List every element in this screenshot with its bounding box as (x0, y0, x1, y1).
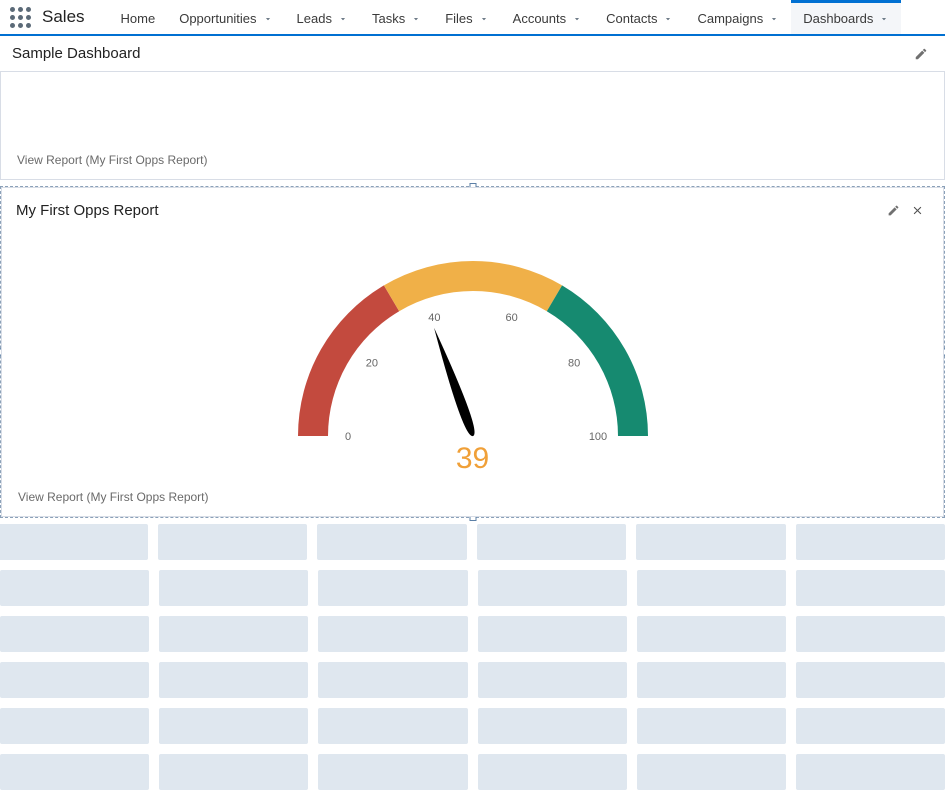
grid-slot[interactable] (317, 524, 467, 560)
nav-label: Home (121, 11, 156, 26)
nav-label: Campaigns (697, 11, 763, 26)
nav-item-tasks[interactable]: Tasks (360, 0, 433, 34)
grid-slot[interactable] (478, 570, 627, 606)
grid-slot[interactable] (318, 708, 467, 744)
grid-slot[interactable] (796, 708, 945, 744)
chevron-down-icon (263, 14, 273, 24)
grid-slot[interactable] (637, 662, 786, 698)
grid-slot[interactable] (477, 524, 627, 560)
grid-slot[interactable] (0, 570, 149, 606)
gauge-value: 39 (2, 442, 943, 476)
grid-slot[interactable] (159, 754, 308, 790)
view-report-link[interactable]: View Report (My First Opps Report) (18, 490, 209, 504)
grid-slot[interactable] (478, 616, 627, 652)
widget-gauge: My First Opps Report 0 20 40 60 80 100 39 Vie… (1, 187, 944, 517)
grid-slot[interactable] (636, 524, 786, 560)
grid-slot[interactable] (0, 662, 149, 698)
grid-slot[interactable] (637, 708, 786, 744)
close-widget-icon[interactable] (905, 198, 929, 222)
chevron-down-icon (879, 14, 889, 24)
grid-slot[interactable] (318, 616, 467, 652)
grid-slot[interactable] (318, 662, 467, 698)
grid-slot[interactable] (0, 524, 148, 560)
nav-item-home[interactable]: Home (109, 0, 168, 34)
nav-item-contacts[interactable]: Contacts (594, 0, 685, 34)
nav-label: Opportunities (179, 11, 256, 26)
grid-slot[interactable] (159, 570, 308, 606)
dashboard-title-bar: Sample Dashboard (0, 36, 945, 72)
grid-slot[interactable] (478, 662, 627, 698)
grid-slot[interactable] (0, 708, 149, 744)
grid-slot[interactable] (796, 524, 945, 560)
chevron-down-icon (479, 14, 489, 24)
grid-slot[interactable] (478, 708, 627, 744)
top-nav: Sales Home Opportunities Leads Tasks Files Ac… (0, 0, 945, 36)
grid-slot[interactable] (478, 754, 627, 790)
nav-items: Home Opportunities Leads Tasks Files Accounts… (109, 0, 939, 34)
app-launcher-icon[interactable] (8, 5, 32, 29)
widget-selection[interactable]: My First Opps Report 0 20 40 60 80 100 39 Vie… (0, 186, 945, 518)
nav-label: Accounts (513, 11, 566, 26)
svg-text:40: 40 (428, 312, 440, 324)
app-name: Sales (42, 7, 85, 27)
grid-slot[interactable] (637, 754, 786, 790)
grid-slot[interactable] (796, 754, 945, 790)
nav-label: Tasks (372, 11, 405, 26)
svg-text:60: 60 (505, 312, 517, 324)
nav-item-files[interactable]: Files (433, 0, 500, 34)
svg-text:20: 20 (365, 358, 377, 370)
chevron-down-icon (572, 14, 582, 24)
dashboard-title: Sample Dashboard (12, 45, 140, 62)
grid-slot[interactable] (796, 570, 945, 606)
nav-item-accounts[interactable]: Accounts (501, 0, 594, 34)
nav-label: Dashboards (803, 11, 873, 26)
grid-slot[interactable] (318, 570, 467, 606)
nav-label: Contacts (606, 11, 657, 26)
grid-slot[interactable] (159, 708, 308, 744)
grid-slot[interactable] (0, 754, 149, 790)
widget-empty: View Report (My First Opps Report) (0, 72, 945, 180)
nav-item-campaigns[interactable]: Campaigns (685, 0, 791, 34)
edit-widget-icon[interactable] (881, 198, 905, 222)
gauge-chart: 0 20 40 60 80 100 (288, 236, 658, 466)
grid-slot[interactable] (637, 570, 786, 606)
widget-title: My First Opps Report (16, 202, 159, 219)
grid-slot[interactable] (637, 616, 786, 652)
grid-slot[interactable] (796, 616, 945, 652)
nav-label: Leads (297, 11, 332, 26)
chevron-down-icon (411, 14, 421, 24)
grid-slot[interactable] (796, 662, 945, 698)
chevron-down-icon (338, 14, 348, 24)
view-report-link[interactable]: View Report (My First Opps Report) (17, 153, 208, 167)
edit-dashboard-icon[interactable] (909, 42, 933, 66)
nav-item-leads[interactable]: Leads (285, 0, 360, 34)
chevron-down-icon (769, 14, 779, 24)
grid-slot[interactable] (158, 524, 308, 560)
svg-text:100: 100 (588, 431, 606, 443)
grid-slot[interactable] (159, 616, 308, 652)
nav-label: Files (445, 11, 472, 26)
empty-grid (0, 524, 945, 790)
svg-text:0: 0 (344, 431, 350, 443)
grid-slot[interactable] (0, 616, 149, 652)
grid-slot[interactable] (159, 662, 308, 698)
nav-item-opportunities[interactable]: Opportunities (167, 0, 284, 34)
grid-slot[interactable] (318, 754, 467, 790)
svg-text:80: 80 (568, 358, 580, 370)
chevron-down-icon (663, 14, 673, 24)
nav-item-dashboards[interactable]: Dashboards (791, 0, 901, 34)
